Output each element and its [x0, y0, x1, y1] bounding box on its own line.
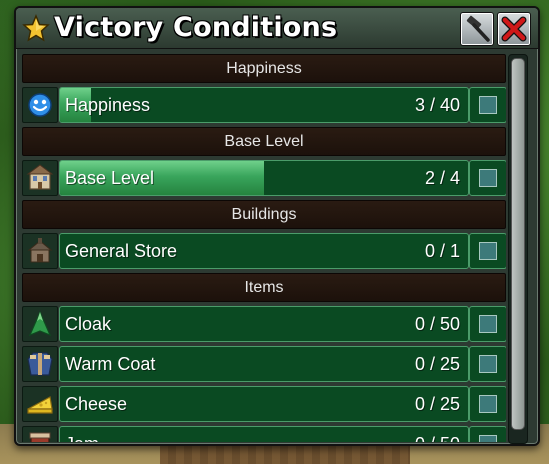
window-title: Victory Conditions	[54, 12, 338, 43]
condition-name: Cloak	[65, 314, 112, 334]
checkbox-cell	[469, 426, 506, 442]
general-store-icon	[27, 238, 53, 263]
title-bar: Victory Conditions	[16, 8, 538, 49]
progress-bar: Cloak 0 / 50	[59, 306, 469, 342]
condition-name: Base Level	[65, 168, 155, 188]
condition-count: 0 / 50	[415, 427, 460, 442]
checkbox-cell	[469, 87, 506, 123]
hammer-icon	[466, 15, 490, 42]
jam-icon	[29, 432, 51, 442]
item-icon-cell	[22, 233, 58, 269]
star-icon	[22, 14, 50, 42]
item-icon-cell	[22, 160, 58, 196]
condition-name: Warm Coat	[65, 354, 156, 374]
condition-count: 0 / 25	[414, 354, 460, 374]
checkbox-cell	[469, 160, 506, 196]
condition-row-jam: Jam 0 / 50	[22, 426, 506, 442]
completion-checkbox[interactable]	[479, 315, 497, 333]
condition-name: Jam	[65, 427, 99, 442]
progress-bar: Jam 0 / 50	[59, 426, 469, 442]
base-building-icon	[26, 164, 54, 190]
progress-bar: Cheese 0 / 25	[59, 386, 469, 422]
smiley-icon	[28, 93, 52, 117]
item-icon-cell	[22, 386, 58, 422]
checkbox-cell	[469, 233, 506, 269]
progress-bar: Base Level 2 / 4	[59, 160, 469, 196]
item-icon-cell	[22, 426, 58, 442]
completion-checkbox[interactable]	[479, 435, 497, 442]
checkbox-cell	[469, 386, 506, 422]
condition-name: General Store	[65, 241, 178, 261]
victory-conditions-window: Victory Conditions Happiness Happiness 3…	[14, 6, 540, 446]
condition-count: 0 / 25	[414, 394, 460, 414]
condition-count: 0 / 50	[414, 314, 460, 334]
section-header-buildings: Buildings	[22, 200, 506, 229]
condition-count: 3 / 40	[414, 95, 460, 115]
item-icon-cell	[22, 346, 58, 382]
item-icon-cell	[22, 306, 58, 342]
condition-row-happiness: Happiness 3 / 40	[22, 87, 506, 123]
warm-coat-icon	[27, 352, 53, 376]
item-icon-cell	[22, 87, 58, 123]
condition-row-cloak: Cloak 0 / 50	[22, 306, 506, 342]
condition-row-warm-coat: Warm Coat 0 / 25	[22, 346, 506, 382]
progress-bar: General Store 0 / 1	[59, 233, 469, 269]
section-header-base-level: Base Level	[22, 127, 506, 156]
conditions-list: Happiness Happiness 3 / 40 Base Level Ba…	[22, 54, 506, 442]
cheese-icon	[27, 396, 53, 414]
condition-row-cheese: Cheese 0 / 25	[22, 386, 506, 422]
close-button[interactable]	[497, 12, 531, 46]
completion-checkbox[interactable]	[479, 355, 497, 373]
condition-row-base-level: Base Level 2 / 4	[22, 160, 506, 196]
condition-row-general-store: General Store 0 / 1	[22, 233, 506, 269]
checkbox-cell	[469, 306, 506, 342]
progress-bar: Happiness 3 / 40	[59, 87, 469, 123]
section-header-happiness: Happiness	[22, 54, 506, 83]
condition-name: Cheese	[65, 394, 128, 414]
hammer-button[interactable]	[460, 12, 494, 46]
completion-checkbox[interactable]	[479, 395, 497, 413]
condition-count: 2 / 4	[424, 168, 460, 188]
vertical-scrollbar[interactable]	[508, 54, 528, 444]
completion-checkbox[interactable]	[479, 242, 497, 260]
condition-name: Happiness	[65, 95, 151, 115]
scrollbar-thumb[interactable]	[511, 58, 525, 430]
condition-count: 0 / 1	[424, 241, 460, 261]
checkbox-cell	[469, 346, 506, 382]
progress-bar: Warm Coat 0 / 25	[59, 346, 469, 382]
completion-checkbox[interactable]	[479, 169, 497, 187]
completion-checkbox[interactable]	[479, 96, 497, 114]
section-header-items: Items	[22, 273, 506, 302]
close-icon	[501, 16, 527, 42]
cloak-icon	[28, 310, 52, 337]
